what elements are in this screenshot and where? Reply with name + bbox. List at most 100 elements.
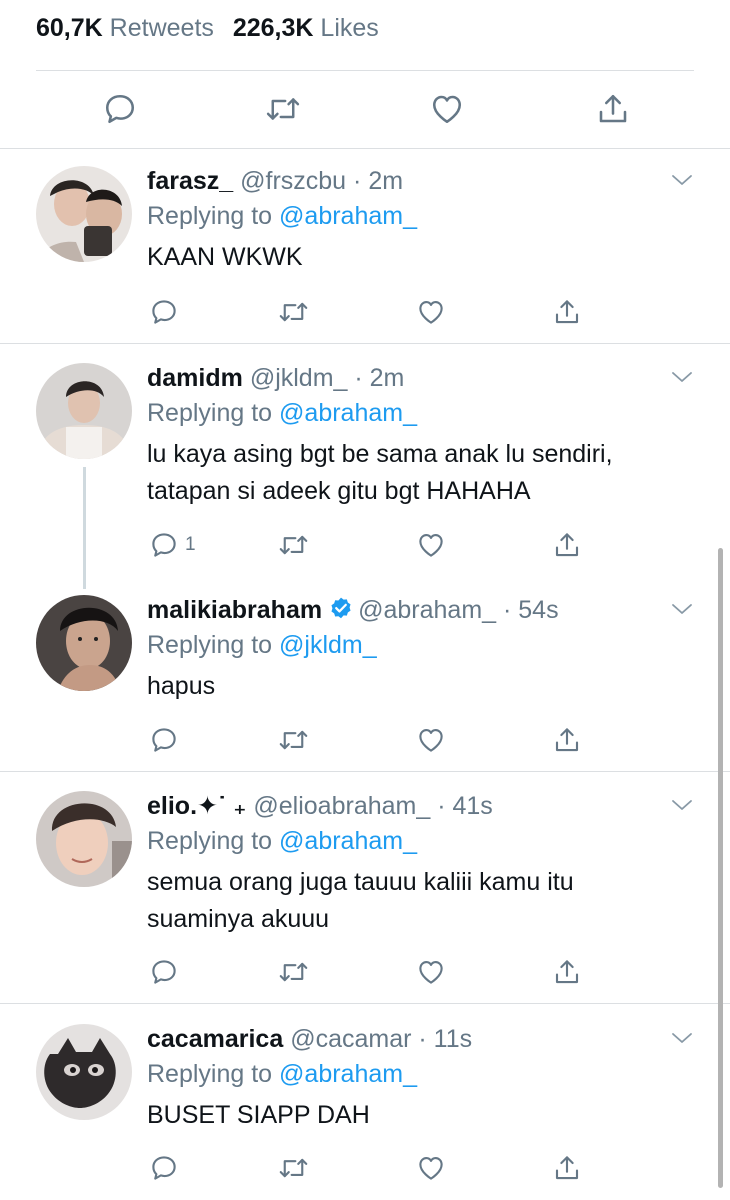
share-button[interactable] (552, 292, 582, 332)
reply-button[interactable] (149, 292, 185, 332)
reply-actions (0, 292, 730, 332)
mention-link[interactable]: @abraham_ (279, 827, 417, 855)
avatar[interactable] (36, 363, 132, 459)
heart-icon (419, 300, 443, 324)
reply-header: farasz_ @frszcbu · 2m (147, 166, 403, 196)
mention-link[interactable]: @abraham_ (279, 202, 417, 230)
reply-actions (0, 720, 730, 760)
reply-header: damidm @jkldm_ · 2m (147, 363, 404, 393)
mention-link[interactable]: @jkldm_ (279, 631, 377, 659)
dot-separator: · (347, 364, 370, 392)
like-button[interactable] (416, 952, 446, 992)
reply-button[interactable] (149, 1148, 185, 1188)
share-button[interactable] (552, 720, 582, 760)
mention-link[interactable]: @abraham_ (279, 399, 417, 427)
display-name[interactable]: malikiabraham (147, 596, 322, 624)
scrollbar[interactable] (718, 548, 723, 1188)
timestamp[interactable]: 2m (370, 364, 405, 392)
replying-to: Replying to @jkldm_ (147, 630, 377, 660)
heart-icon (419, 960, 443, 984)
replying-to: Replying to @abraham_ (147, 398, 417, 428)
retweet-icon (279, 962, 308, 982)
reply-button[interactable] (149, 952, 185, 992)
display-name[interactable]: cacamarica (147, 1025, 283, 1053)
text-line: hapus (147, 672, 216, 700)
retweet-button[interactable] (277, 720, 310, 760)
user-handle[interactable]: @cacamar (290, 1025, 411, 1053)
chevron-down-icon[interactable] (670, 793, 694, 817)
retweet-button[interactable] (264, 89, 302, 129)
avatar[interactable] (36, 166, 132, 262)
user-handle[interactable]: @abraham_ (358, 596, 496, 624)
share-button[interactable] (552, 1148, 582, 1188)
user-handle[interactable]: @elioabraham_ (253, 792, 430, 820)
text-line: semua orang juga tauuu kaliii kamu itu (147, 868, 574, 896)
retweet-button[interactable] (277, 952, 310, 992)
timestamp[interactable]: 41s (452, 792, 492, 820)
timestamp[interactable]: 54s (518, 596, 558, 624)
text-line: tatapan si adeek gitu bgt HAHAHA (147, 477, 531, 505)
chevron-down-icon[interactable] (670, 168, 694, 192)
share-icon (599, 94, 627, 123)
user-handle[interactable]: @frszcbu (240, 167, 346, 195)
reply-header: malikiabraham @abraham_ · 54s (147, 595, 559, 625)
avatar[interactable] (36, 1024, 132, 1120)
verified-badge-icon (331, 597, 351, 619)
replying-to: Replying to @abraham_ (147, 201, 417, 231)
text-line: BUSET SIAPP DAH (147, 1101, 370, 1129)
share-button[interactable] (595, 89, 631, 129)
reply-icon (152, 1156, 176, 1180)
retweet-button[interactable] (277, 525, 310, 565)
timestamp[interactable]: 2m (368, 167, 403, 195)
avatar[interactable] (36, 595, 132, 691)
heart-icon (419, 533, 443, 557)
reply-button[interactable] (102, 89, 138, 129)
divider (0, 343, 730, 344)
replying-to: Replying to @abraham_ (147, 1059, 417, 1089)
divider (36, 70, 694, 71)
share-icon (555, 300, 579, 324)
share-button[interactable] (552, 525, 582, 565)
divider (0, 1003, 730, 1004)
avatar[interactable] (36, 791, 132, 887)
tweet-text: lu kaya asing bgt be sama anak lu sendir… (147, 436, 613, 510)
retweet-icon (266, 98, 300, 120)
reply-header: cacamarica @cacamar · 11s (147, 1024, 472, 1054)
chevron-down-icon[interactable] (670, 365, 694, 389)
retweet-icon (279, 1158, 308, 1178)
timestamp[interactable]: 11s (434, 1025, 472, 1053)
like-button[interactable] (429, 89, 465, 129)
heart-icon (419, 728, 443, 752)
chevron-down-icon[interactable] (670, 1026, 694, 1050)
like-button[interactable] (416, 292, 446, 332)
likes-count: 226,3K (232, 14, 314, 42)
like-button[interactable] (416, 720, 446, 760)
tweet-text: KAAN WKWK (147, 239, 303, 276)
retweet-button[interactable] (277, 1148, 310, 1188)
display-name[interactable]: elio.✦˙ ₊ (147, 792, 246, 820)
dot-separator: · (411, 1025, 434, 1053)
reply-button[interactable]: 1 (149, 525, 196, 565)
user-handle[interactable]: @jkldm_ (250, 364, 348, 392)
share-button[interactable] (552, 952, 582, 992)
text-line: suaminya akuuu (147, 905, 330, 933)
text-line: KAAN WKWK (147, 243, 303, 271)
mention-link[interactable]: @abraham_ (279, 1060, 417, 1088)
replying-to-label: Replying to (147, 827, 273, 855)
display-name[interactable]: farasz_ (147, 167, 233, 195)
like-button[interactable] (416, 1148, 446, 1188)
reply-button[interactable] (149, 720, 185, 760)
retweets-label[interactable]: Retweets (110, 14, 214, 42)
likes-label[interactable]: Likes (320, 14, 378, 42)
main-tweet-actions (0, 89, 730, 129)
chevron-down-icon[interactable] (670, 597, 694, 621)
share-icon (555, 1156, 579, 1180)
divider (0, 148, 730, 149)
reply-count: 1 (185, 534, 196, 555)
engagement-stats: 60,7K Retweets 226,3K Likes (36, 14, 391, 43)
like-button[interactable] (416, 525, 446, 565)
text-line: lu kaya asing bgt be sama anak lu sendir… (147, 440, 613, 468)
display-name[interactable]: damidm (147, 364, 243, 392)
dot-separator: · (496, 596, 519, 624)
retweet-button[interactable] (277, 292, 310, 332)
